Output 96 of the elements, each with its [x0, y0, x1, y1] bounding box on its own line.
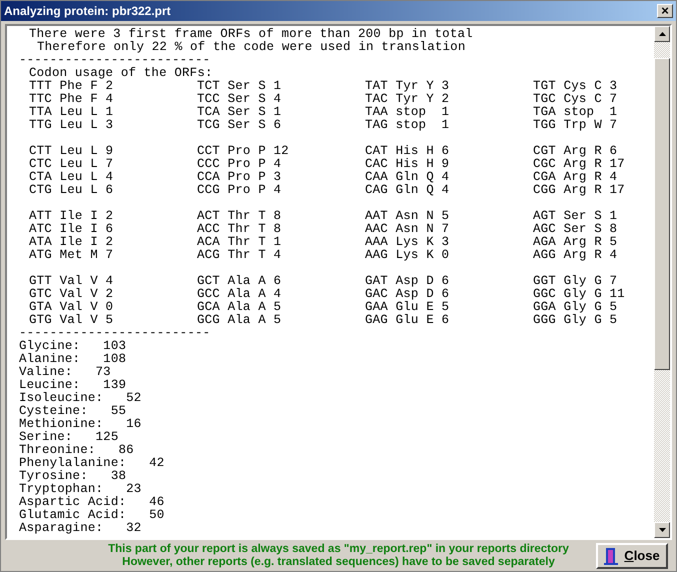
close-button[interactable]: ×	[657, 4, 673, 18]
codon-entry: GAA Glu E 5	[365, 301, 450, 314]
codon-entry: TTG Leu L 3	[29, 119, 114, 132]
codon-entry: TAT Tyr Y 3	[365, 80, 450, 93]
codon-entry: GCA Ala A 5	[197, 301, 282, 314]
codon-entry: TAC Tyr Y 2	[365, 93, 450, 106]
amino-acid-count: Tryptophan: 23	[19, 483, 142, 496]
codon-entry: TAG stop 1	[365, 119, 450, 132]
amino-acid-count: Threonine: 86	[19, 444, 134, 457]
report-line: There were 3 first frame ORFs of more than 200 bp in total	[28, 28, 474, 41]
amino-acid-count: Isoleucine: 52	[19, 392, 142, 405]
codon-entry: GTA Val V 0	[29, 301, 114, 314]
codon-entry: GGT Gly G 7	[533, 275, 618, 288]
scroll-down-button[interactable]	[654, 522, 670, 538]
codon-entry: CGT Arg R 6	[533, 145, 618, 158]
amino-acid-count: Valine: 73	[19, 366, 111, 379]
codon-entry: AGA Arg R 5	[533, 236, 618, 249]
codon-entry: ATT Ile I 2	[29, 210, 114, 223]
codon-entry: ACA Thr T 1	[197, 236, 282, 249]
codon-entry: GGC Gly G 11	[533, 288, 625, 301]
amino-acid-count: Phenylalanine: 42	[19, 457, 164, 470]
codon-entry: AAT Asn N 5	[365, 210, 450, 223]
codon-entry: ACG Thr T 4	[197, 249, 282, 262]
codon-entry: ACC Thr T 8	[197, 223, 282, 236]
report-heading: Codon usage of the ORFs:	[28, 67, 213, 80]
codon-entry: CTA Leu L 4	[29, 171, 114, 184]
codon-entry: CCA Pro P 3	[197, 171, 282, 184]
codon-entry: TGT Cys C 3	[533, 80, 618, 93]
codon-entry: TTT Phe F 2	[29, 80, 114, 93]
codon-entry: AAC Asn N 7	[365, 223, 450, 236]
codon-entry: AAG Lys K 0	[365, 249, 450, 262]
codon-entry: GAG Glu E 6	[365, 314, 450, 327]
codon-entry: GTT Val V 4	[29, 275, 114, 288]
codon-entry: GAT Asp D 6	[365, 275, 450, 288]
codon-entry: ACT Thr T 8	[197, 210, 282, 223]
report-line: Therefore only 22 % of the code were used in translation	[36, 41, 466, 54]
codon-entry: GGG Gly G 5	[533, 314, 618, 327]
amino-acid-count: Asparagine: 32	[19, 522, 142, 535]
amino-acid-count: Aspartic Acid: 46	[19, 496, 164, 509]
amino-acid-count: Serine: 125	[19, 431, 118, 444]
codon-entry: CTT Leu L 9	[29, 145, 114, 158]
codon-entry: GCC Ala A 4	[197, 288, 282, 301]
close-dialog-button[interactable]: Close	[596, 542, 668, 568]
amino-acid-count: Glycine: 103	[19, 340, 126, 353]
codon-entry: CTG Leu L 6	[29, 184, 114, 197]
codon-entry: AGG Arg R 4	[533, 249, 618, 262]
amino-acid-count: Cysteine: 55	[19, 405, 126, 418]
door-icon	[604, 546, 618, 564]
codon-entry: CGG Arg R 17	[533, 184, 625, 197]
amino-acid-count: Methionine: 16	[19, 418, 142, 431]
down-arrow-icon	[658, 528, 666, 532]
codon-entry: GGA Gly G 5	[533, 301, 618, 314]
up-arrow-icon	[658, 32, 666, 36]
codon-entry: ATA Ile I 2	[29, 236, 114, 249]
codon-entry: GCT Ala A 6	[197, 275, 282, 288]
dashed-rule: -------------------------	[19, 327, 210, 340]
codon-entry: TTC Phe F 4	[29, 93, 114, 106]
amino-acid-count: Glutamic Acid: 50	[19, 509, 164, 522]
codon-entry: TGC Cys C 7	[533, 93, 618, 106]
window-title: Analyzing protein: pbr322.prt	[4, 3, 171, 20]
scroll-up-button[interactable]	[654, 26, 670, 42]
codon-entry: CAC His H 9	[365, 158, 450, 171]
codon-entry: ATC Ile I 6	[29, 223, 114, 236]
codon-entry: GTC Val V 2	[29, 288, 114, 301]
codon-entry: CGC Arg R 17	[533, 158, 625, 171]
amino-acid-count: Leucine: 139	[19, 379, 126, 392]
codon-entry: TAA stop 1	[365, 106, 450, 119]
codon-entry: TCC Ser S 4	[197, 93, 282, 106]
codon-entry: GAC Asp D 6	[365, 288, 450, 301]
codon-entry: CAT His H 6	[365, 145, 450, 158]
footer-note: This part of your report is always saved as "my_report.rep" in your reports directory	[108, 542, 569, 556]
codon-entry: TGA stop 1	[533, 106, 618, 119]
codon-entry: ATG Met M 7	[29, 249, 114, 262]
scrollbar[interactable]	[654, 26, 670, 538]
codon-entry: CCC Pro P 4	[197, 158, 282, 171]
codon-entry: TCG Ser S 6	[197, 119, 282, 132]
scroll-thumb[interactable]	[654, 58, 670, 370]
codon-entry: AGC Ser S 8	[533, 223, 618, 236]
codon-entry: CCT Pro P 12	[197, 145, 289, 158]
dashed-rule: -------------------------	[19, 54, 210, 67]
codon-entry: TTA Leu L 1	[29, 106, 114, 119]
codon-entry: CAG Gln Q 4	[365, 184, 450, 197]
codon-entry: CGA Arg R 4	[533, 171, 618, 184]
codon-entry: GTG Val V 5	[29, 314, 114, 327]
amino-acid-count: Alanine: 108	[19, 353, 126, 366]
codon-entry: TCT Ser S 1	[197, 80, 282, 93]
codon-entry: CAA Gln Q 4	[365, 171, 450, 184]
amino-acid-count: Tyrosine: 38	[19, 470, 126, 483]
codon-entry: TGG Trp W 7	[533, 119, 618, 132]
codon-entry: CTC Leu L 7	[29, 158, 114, 171]
footer-note: However, other reports (e.g. translated sequences) have to be saved separately	[122, 556, 555, 568]
codon-entry: TCA Ser S 1	[197, 106, 282, 119]
codon-entry: CCG Pro P 4	[197, 184, 282, 197]
codon-entry: GCG Ala A 5	[197, 314, 282, 327]
codon-entry: AAA Lys K 3	[365, 236, 450, 249]
codon-entry: AGT Ser S 1	[533, 210, 618, 223]
